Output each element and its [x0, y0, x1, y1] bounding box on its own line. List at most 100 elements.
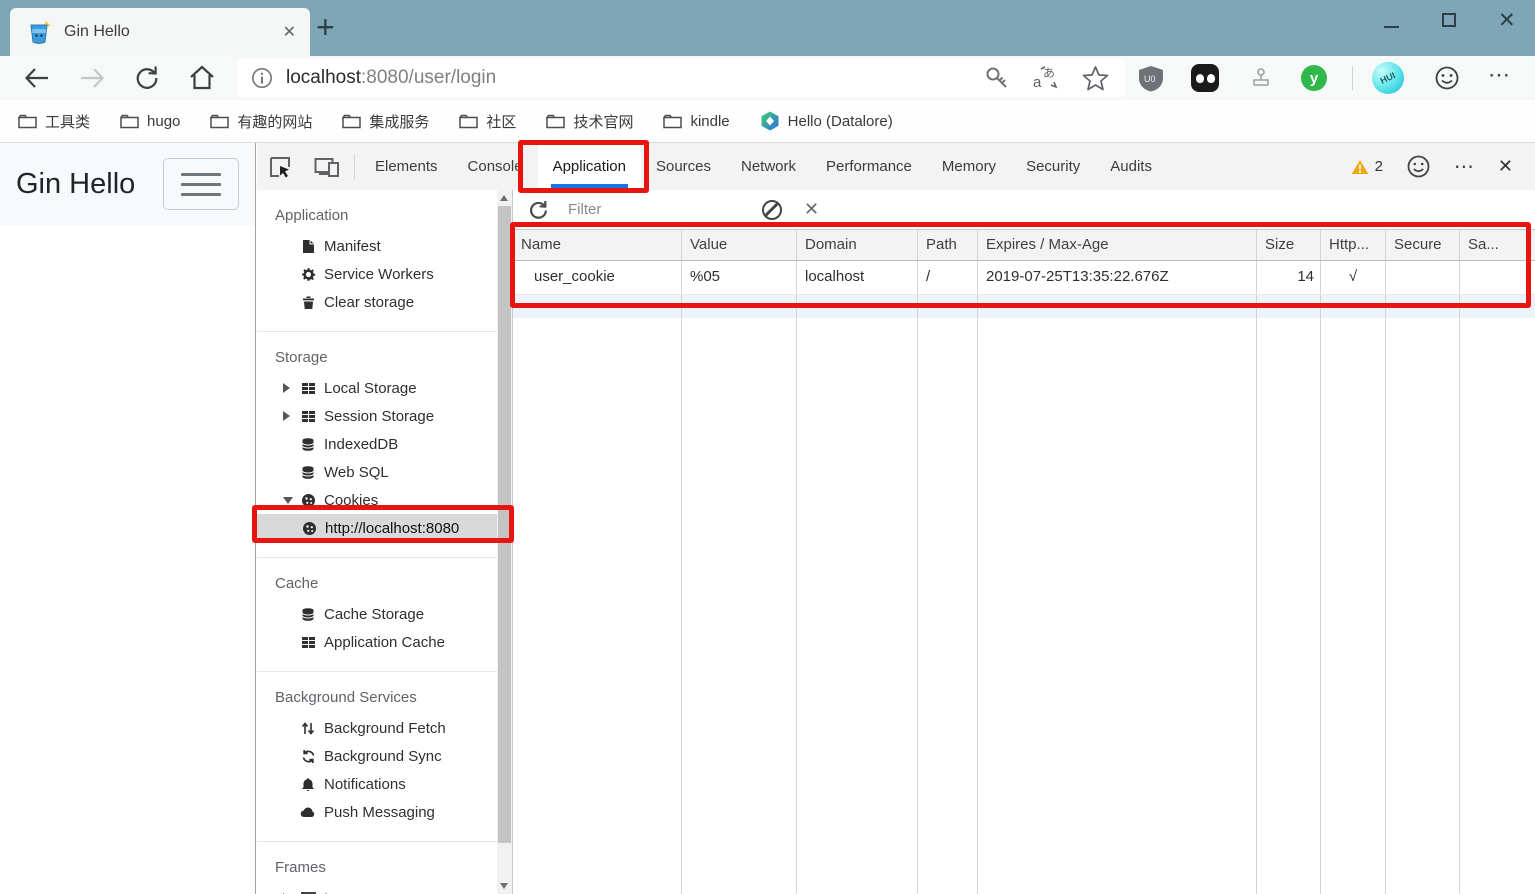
sidebar-item-local-storage[interactable]: Local Storage — [257, 374, 512, 402]
clear-all-cookies-icon[interactable] — [762, 200, 782, 220]
table-icon — [300, 408, 316, 424]
minimize-button[interactable] — [1384, 26, 1399, 28]
cookie-value: %05 — [682, 261, 797, 294]
devtools-feedback-icon[interactable] — [1406, 154, 1431, 179]
bookmark-folder[interactable]: 集成服务 — [342, 111, 429, 132]
expand-icon[interactable] — [283, 411, 290, 421]
refresh-cookies-icon[interactable] — [527, 199, 549, 221]
tab-console[interactable]: Console — [453, 143, 538, 190]
bookmark-datalore[interactable]: Hello (Datalore) — [760, 111, 893, 131]
sidebar-item-background-fetch[interactable]: Background Fetch — [257, 714, 512, 742]
browser-window: Gin Hello ✕ + ✕ l — [0, 0, 1535, 894]
maximize-button[interactable] — [1442, 13, 1456, 27]
cookie-row[interactable]: user_cookie %05 localhost / 2019-07-25T1… — [513, 261, 1535, 295]
sitemap-icon[interactable] — [1250, 67, 1272, 89]
cookies-table: Name Value Domain Path Expires / Max-Age… — [513, 230, 1535, 894]
tab-underline — [551, 184, 628, 188]
column-header-expires[interactable]: Expires / Max-Age — [978, 230, 1257, 260]
extension-icon[interactable] — [1191, 64, 1219, 92]
sidebar-scrollbar[interactable] — [497, 190, 512, 894]
sidebar-item-cache-storage[interactable]: Cache Storage — [257, 600, 512, 628]
bookmark-folder[interactable]: kindle — [663, 113, 729, 130]
bookmark-folder[interactable]: 技术官网 — [546, 111, 633, 132]
translate-icon[interactable]: a あ — [1032, 65, 1060, 91]
folder-icon — [18, 114, 37, 129]
tab-sources[interactable]: Sources — [641, 143, 726, 190]
column-header-httponly[interactable]: Http... — [1321, 230, 1386, 260]
ublock-extension-icon[interactable]: U0 — [1138, 65, 1164, 92]
devtools-more-icon[interactable]: ⋯ — [1454, 154, 1475, 179]
favorite-star-icon[interactable] — [1082, 65, 1109, 92]
cookies-pane: ✕ Name Value Domain Path Expires / Max-A… — [512, 190, 1535, 894]
tab-security[interactable]: Security — [1011, 143, 1095, 190]
scrollbar-thumb[interactable] — [498, 206, 511, 843]
expand-icon[interactable] — [283, 383, 290, 393]
column-header-path[interactable]: Path — [918, 230, 978, 260]
tab-network[interactable]: Network — [726, 143, 811, 190]
column-header-samesite[interactable]: Sa... — [1460, 230, 1535, 260]
sidebar-item-session-storage[interactable]: Session Storage — [257, 402, 512, 430]
devtools-close-icon[interactable]: ✕ — [1498, 156, 1513, 177]
delete-selected-icon[interactable]: ✕ — [804, 199, 819, 220]
navbar-toggler-button[interactable] — [163, 158, 239, 210]
column-header-size[interactable]: Size — [1257, 230, 1321, 260]
bell-icon — [300, 776, 316, 792]
tab-audits[interactable]: Audits — [1095, 143, 1167, 190]
tab-elements[interactable]: Elements — [360, 143, 453, 190]
bookmark-folder[interactable]: 工具类 — [18, 111, 90, 132]
tab-application[interactable]: Application — [538, 143, 641, 190]
sidebar-item-frame-top[interactable]: top — [257, 884, 512, 894]
feedback-smiley-icon[interactable] — [1434, 65, 1460, 91]
green-badge-extension-icon[interactable]: y — [1301, 65, 1327, 91]
scroll-up-icon[interactable] — [500, 195, 508, 201]
refresh-icon[interactable] — [133, 64, 161, 92]
cookies-filter-input[interactable] — [568, 201, 738, 218]
collapse-icon[interactable] — [283, 497, 293, 504]
sync-icon — [300, 748, 316, 764]
column-header-secure[interactable]: Secure — [1386, 230, 1460, 260]
cookie-httponly-check: √ — [1321, 261, 1386, 294]
tab-close-icon[interactable]: ✕ — [283, 22, 296, 42]
inspect-element-icon[interactable] — [257, 155, 303, 179]
tab-performance[interactable]: Performance — [811, 143, 927, 190]
bookmark-folder[interactable]: 社区 — [459, 111, 516, 132]
column-header-domain[interactable]: Domain — [797, 230, 918, 260]
gin-favicon-icon — [26, 19, 52, 45]
database-icon — [300, 606, 316, 622]
sidebar-item-notifications[interactable]: Notifications — [257, 770, 512, 798]
sidebar-item-cookies[interactable]: Cookies — [257, 486, 512, 514]
address-bar[interactable]: localhost:8080/user/login a あ — [237, 59, 1125, 97]
cookie-expires: 2019-07-25T13:35:22.676Z — [978, 261, 1257, 294]
trash-icon — [300, 294, 316, 310]
window-close-button[interactable]: ✕ — [1498, 8, 1516, 33]
tab-memory[interactable]: Memory — [927, 143, 1011, 190]
bookmark-folder[interactable]: 有趣的网站 — [210, 111, 312, 132]
sidebar-section-application: Application Manifest Service Worker — [257, 190, 512, 332]
new-tab-button[interactable]: + — [316, 10, 335, 44]
bookmark-folder[interactable]: hugo — [120, 113, 180, 130]
home-icon[interactable] — [188, 64, 216, 92]
sidebar-item-web-sql[interactable]: Web SQL — [257, 458, 512, 486]
table-icon — [300, 380, 316, 396]
device-toolbar-icon[interactable] — [303, 156, 351, 178]
tab-title: Gin Hello — [64, 23, 283, 41]
sidebar-item-push-messaging[interactable]: Push Messaging — [257, 798, 512, 826]
scroll-down-icon[interactable] — [500, 883, 508, 889]
sidebar-item-indexeddb[interactable]: IndexedDB — [257, 430, 512, 458]
column-header-name[interactable]: Name — [513, 230, 682, 260]
sidebar-item-manifest[interactable]: Manifest — [257, 232, 512, 260]
browser-tab[interactable]: Gin Hello ✕ — [10, 8, 310, 56]
console-warnings-button[interactable]: 2 — [1351, 158, 1383, 175]
column-header-value[interactable]: Value — [682, 230, 797, 260]
sidebar-item-service-workers[interactable]: Service Workers — [257, 260, 512, 288]
sidebar-item-cookie-origin[interactable]: http://localhost:8080 — [257, 514, 497, 542]
sidebar-item-clear-storage[interactable]: Clear storage — [257, 288, 512, 316]
back-icon[interactable] — [24, 65, 50, 91]
site-info-icon[interactable] — [251, 67, 273, 89]
forward-icon[interactable] — [79, 65, 105, 91]
settings-more-icon[interactable]: ⋯ — [1488, 62, 1511, 88]
key-icon[interactable] — [984, 65, 1010, 91]
sidebar-item-background-sync[interactable]: Background Sync — [257, 742, 512, 770]
profile-avatar[interactable]: HUI — [1372, 62, 1404, 94]
sidebar-item-application-cache[interactable]: Application Cache — [257, 628, 512, 656]
